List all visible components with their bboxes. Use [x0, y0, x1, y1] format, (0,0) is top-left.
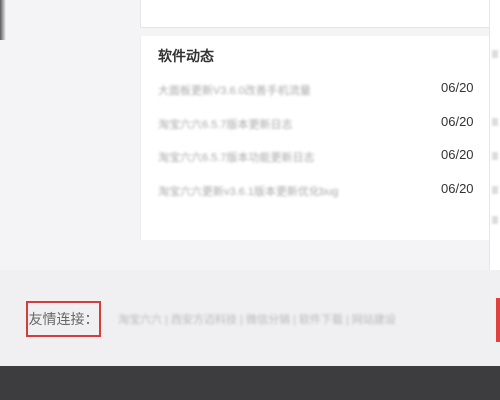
news-link[interactable]: 淘宝六六更新v3.6.1版本更新优化bug	[158, 183, 338, 199]
news-row[interactable]: 淘宝六六6.5.7版本更新日志 06/20	[141, 112, 496, 146]
right-column-mark	[492, 152, 498, 160]
news-row[interactable]: 淘宝六六6.5.7版本功能更新日志 06/20	[141, 145, 496, 179]
friend-links-label: 友情连接：	[26, 301, 101, 337]
page: 软件动态 大面板更新V3.6.0改善手机流量 06/20 淘宝六六6.5.7版本…	[0, 0, 500, 400]
right-column-mark	[492, 216, 498, 224]
left-shadow	[0, 0, 6, 40]
news-date: 06/20	[441, 147, 474, 162]
news-link[interactable]: 淘宝六六6.5.7版本更新日志	[158, 116, 292, 132]
news-row[interactable]: 大面板更新V3.6.0改善手机流量 06/20	[141, 78, 496, 112]
news-date: 06/20	[441, 80, 474, 95]
news-title: 软件动态	[158, 48, 214, 64]
news-date: 06/20	[441, 180, 474, 196]
news-date: 06/20	[441, 113, 474, 129]
bottom-bar	[0, 366, 500, 400]
right-column-mark	[492, 118, 498, 126]
friend-links-list[interactable]: 淘宝六六 | 西安方迈科技 | 微信分销 | 软件下载 | 网站建设	[118, 311, 396, 327]
news-list: 大面板更新V3.6.0改善手机流量 06/20 淘宝六六6.5.7版本更新日志 …	[141, 78, 496, 212]
news-link[interactable]: 大面板更新V3.6.0改善手机流量	[158, 82, 311, 98]
right-column-mark	[492, 186, 498, 194]
top-card	[140, 0, 495, 28]
right-column-mark	[492, 50, 498, 58]
red-edge-button[interactable]	[496, 298, 500, 342]
friend-links-label-text: 友情连接：	[28, 311, 99, 327]
news-panel: 软件动态 大面板更新V3.6.0改善手机流量 06/20 淘宝六六6.5.7版本…	[140, 36, 495, 240]
right-column	[489, 0, 500, 270]
news-link[interactable]: 淘宝六六6.5.7版本功能更新日志	[158, 149, 314, 165]
news-row[interactable]: 淘宝六六更新v3.6.1版本更新优化bug 06/20	[141, 179, 496, 213]
